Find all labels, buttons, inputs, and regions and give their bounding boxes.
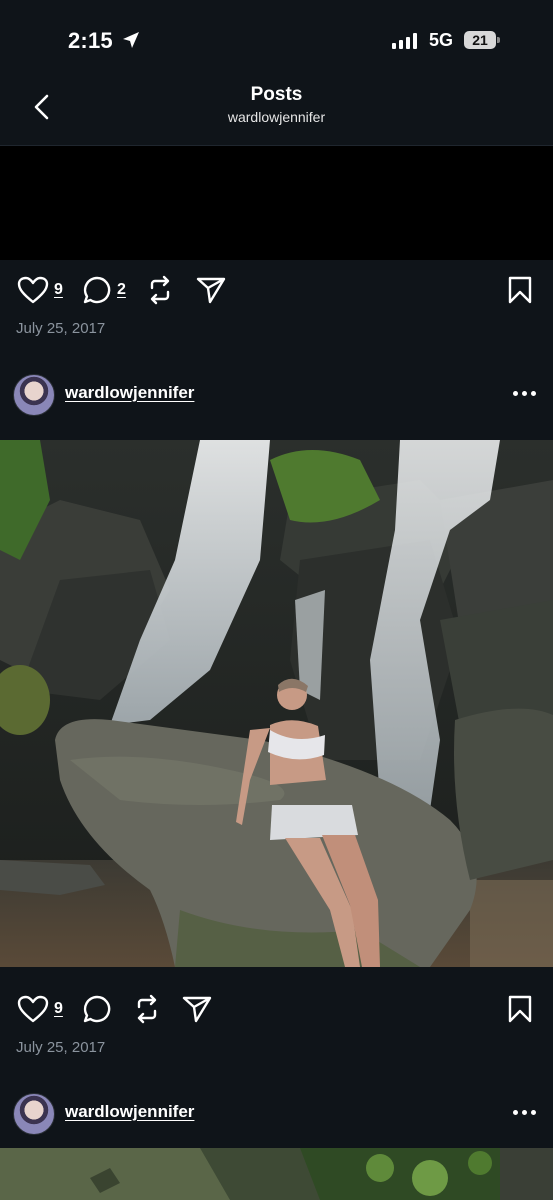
like-count[interactable]: 9 [54, 1000, 63, 1018]
comment-count[interactable]: 2 [117, 281, 126, 299]
like-button[interactable]: 9 [17, 987, 63, 1031]
more-options-icon[interactable] [513, 1110, 536, 1115]
share-button[interactable] [196, 268, 226, 312]
avatar[interactable] [13, 374, 55, 416]
repost-icon [150, 275, 170, 305]
post-author-row: wardlowjennifer [0, 1083, 553, 1143]
nav-header: Posts wardlowjennifer [0, 72, 553, 146]
post-author-row: wardlowjennifer [0, 364, 553, 424]
like-button[interactable]: 9 [17, 268, 63, 312]
post-media-previous[interactable] [0, 146, 553, 260]
send-icon [196, 277, 226, 304]
battery-icon: 21 [464, 31, 500, 49]
status-bar: 2:15 5G 21 [0, 0, 553, 80]
heart-icon [17, 276, 49, 304]
location-arrow-icon [123, 32, 139, 48]
network-type: 5G [429, 30, 454, 50]
page-subtitle: wardlowjennifer [227, 109, 326, 125]
bookmark-button[interactable] [508, 987, 532, 1031]
post-date: July 25, 2017 [16, 320, 106, 337]
bookmark-icon [508, 276, 532, 304]
speech-bubble-icon [83, 276, 111, 304]
heart-icon [17, 995, 49, 1023]
repost-icon [137, 994, 157, 1024]
page-title: Posts [250, 84, 303, 105]
post-photo[interactable] [0, 1148, 553, 1200]
author-username[interactable]: wardlowjennifer [65, 383, 194, 403]
speech-bubble-icon [83, 995, 111, 1023]
comment-button[interactable] [82, 987, 112, 1031]
comment-button[interactable]: 2 [82, 268, 126, 312]
post-actions: 9 [0, 987, 553, 1031]
more-options-icon[interactable] [513, 391, 536, 396]
like-count[interactable]: 9 [54, 281, 63, 299]
author-username[interactable]: wardlowjennifer [65, 1102, 194, 1122]
avatar[interactable] [13, 1093, 55, 1135]
bookmark-button[interactable] [508, 268, 532, 312]
share-button[interactable] [182, 987, 212, 1031]
repost-button[interactable] [133, 987, 161, 1031]
status-time: 2:15 [68, 28, 113, 53]
bookmark-icon [508, 995, 532, 1023]
send-icon [182, 996, 212, 1023]
post-photo[interactable] [0, 440, 553, 967]
post-date: July 25, 2017 [16, 1039, 106, 1056]
post-actions: 9 2 [0, 268, 553, 312]
repost-button[interactable] [146, 268, 174, 312]
signal-icon [392, 33, 417, 49]
